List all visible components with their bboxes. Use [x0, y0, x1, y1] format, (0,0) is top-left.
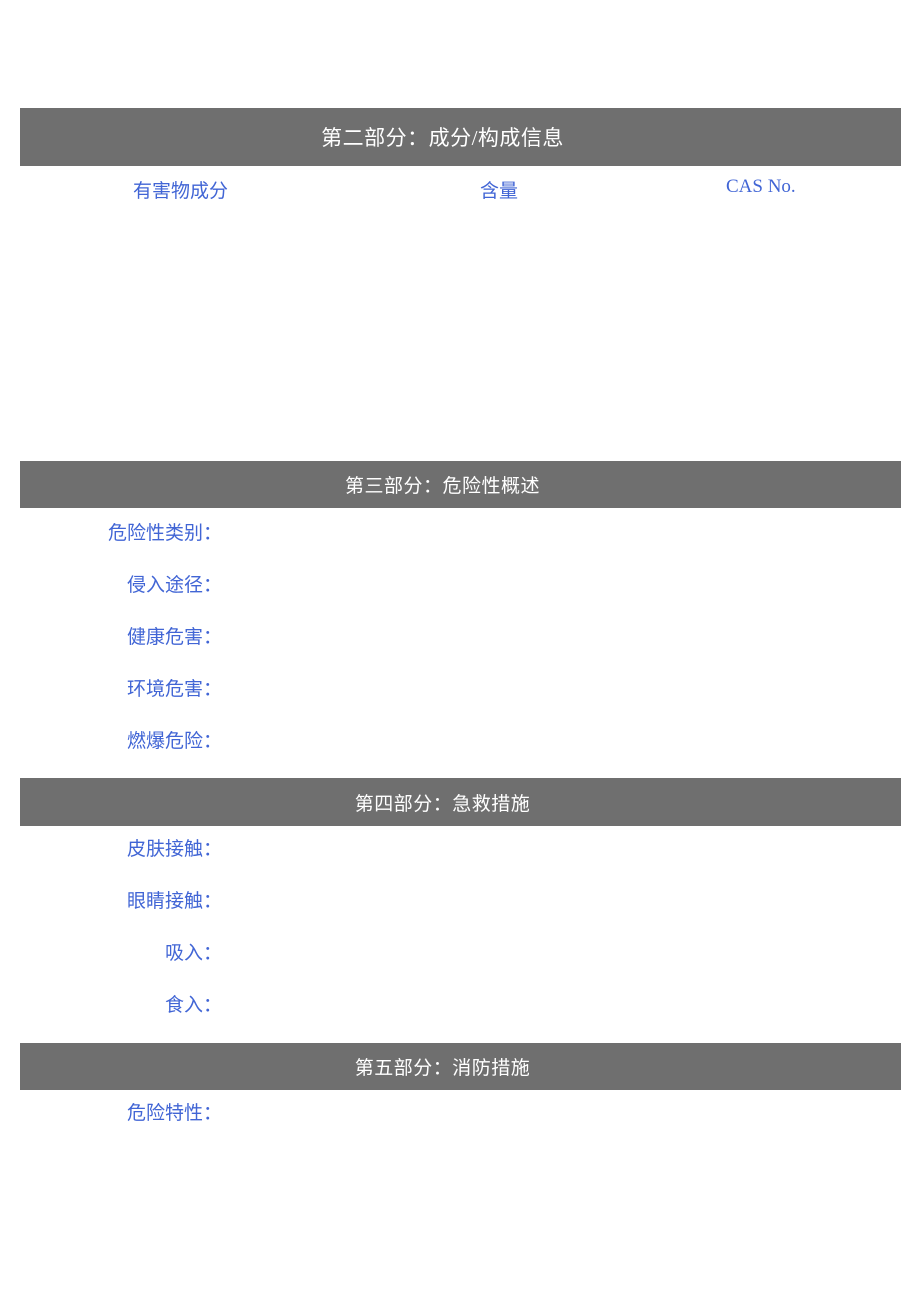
components-table-body: [20, 216, 901, 444]
table-row: [20, 284, 901, 318]
section-title-part4: 第四部分：急救措施: [354, 793, 531, 815]
document-page: 第二部分：成分/构成信息 有害物成分 含量 CAS No. 第三部分：危险性概述…: [0, 0, 920, 1302]
components-table: 有害物成分 含量 CAS No.: [20, 176, 901, 446]
section-header-bar-part5: 第五部分：消防措施: [20, 1043, 901, 1090]
table-row: [20, 216, 901, 250]
field-label-skin-contact: 皮肤接触：: [126, 839, 222, 860]
section-title-part3: 第三部分：危险性概述: [344, 476, 540, 497]
field-value-route-of-entry[interactable]: [232, 570, 892, 592]
field-row-ingestion: 食入：: [0, 990, 920, 1042]
field-row-explosion-hazard: 燃爆危险：: [0, 726, 920, 778]
fields-group-part3: 危险性类别： 侵入途径： 健康危害： 环境危害： 燃爆危险：: [0, 518, 920, 778]
field-row-environmental-hazard: 环境危害：: [0, 674, 920, 726]
field-value-ingestion[interactable]: [232, 990, 892, 1012]
field-row-inhalation: 吸入：: [0, 938, 920, 990]
section-header-bar-part2: 第二部分：成分/构成信息: [20, 108, 901, 166]
field-label-explosion-hazard: 燃爆危险：: [126, 731, 222, 752]
field-value-eye-contact[interactable]: [232, 886, 892, 908]
field-row-hazard-category: 危险性类别：: [0, 518, 920, 570]
field-value-health-hazard[interactable]: [232, 622, 892, 644]
field-value-hazard-category[interactable]: [232, 518, 892, 540]
section-title-part2: 第二部分：成分/构成信息: [321, 126, 564, 150]
section-header-bar-part4: 第四部分：急救措施: [20, 778, 901, 826]
table-row: [20, 352, 901, 386]
field-row-eye-contact: 眼睛接触：: [0, 886, 920, 938]
table-row: [20, 250, 901, 284]
section-title-part5: 第五部分：消防措施: [354, 1058, 531, 1079]
field-value-explosion-hazard[interactable]: [232, 726, 892, 748]
field-value-hazard-characteristics[interactable]: [232, 1098, 892, 1120]
field-row-skin-contact: 皮肤接触：: [0, 834, 920, 886]
column-header-hazardous-component: 有害物成分: [133, 181, 229, 202]
column-header-content: 含量: [480, 181, 519, 202]
field-value-skin-contact[interactable]: [232, 834, 892, 856]
field-label-environmental-hazard: 环境危害：: [126, 679, 222, 700]
column-header-cas-no: CAS No.: [726, 176, 796, 197]
field-label-hazard-characteristics: 危险特性：: [126, 1103, 222, 1124]
fields-group-part4: 皮肤接触： 眼睛接触： 吸入： 食入：: [0, 834, 920, 1042]
fields-group-part5: 危险特性：: [0, 1098, 920, 1150]
field-row-health-hazard: 健康危害：: [0, 622, 920, 674]
table-row: [20, 318, 901, 352]
section-header-bar-part3: 第三部分：危险性概述: [20, 461, 901, 508]
field-label-hazard-category: 危险性类别：: [107, 523, 222, 544]
components-table-header-row: 有害物成分 含量 CAS No.: [20, 176, 901, 212]
table-row: [20, 386, 901, 420]
field-label-ingestion: 食入：: [164, 995, 222, 1016]
field-label-eye-contact: 眼睛接触：: [126, 891, 222, 912]
field-label-route-of-entry: 侵入途径：: [126, 575, 222, 596]
field-row-hazard-characteristics: 危险特性：: [0, 1098, 920, 1150]
field-value-inhalation[interactable]: [232, 938, 892, 960]
field-row-route-of-entry: 侵入途径：: [0, 570, 920, 622]
field-value-environmental-hazard[interactable]: [232, 674, 892, 696]
field-label-health-hazard: 健康危害：: [126, 627, 222, 648]
field-label-inhalation: 吸入：: [164, 943, 222, 964]
